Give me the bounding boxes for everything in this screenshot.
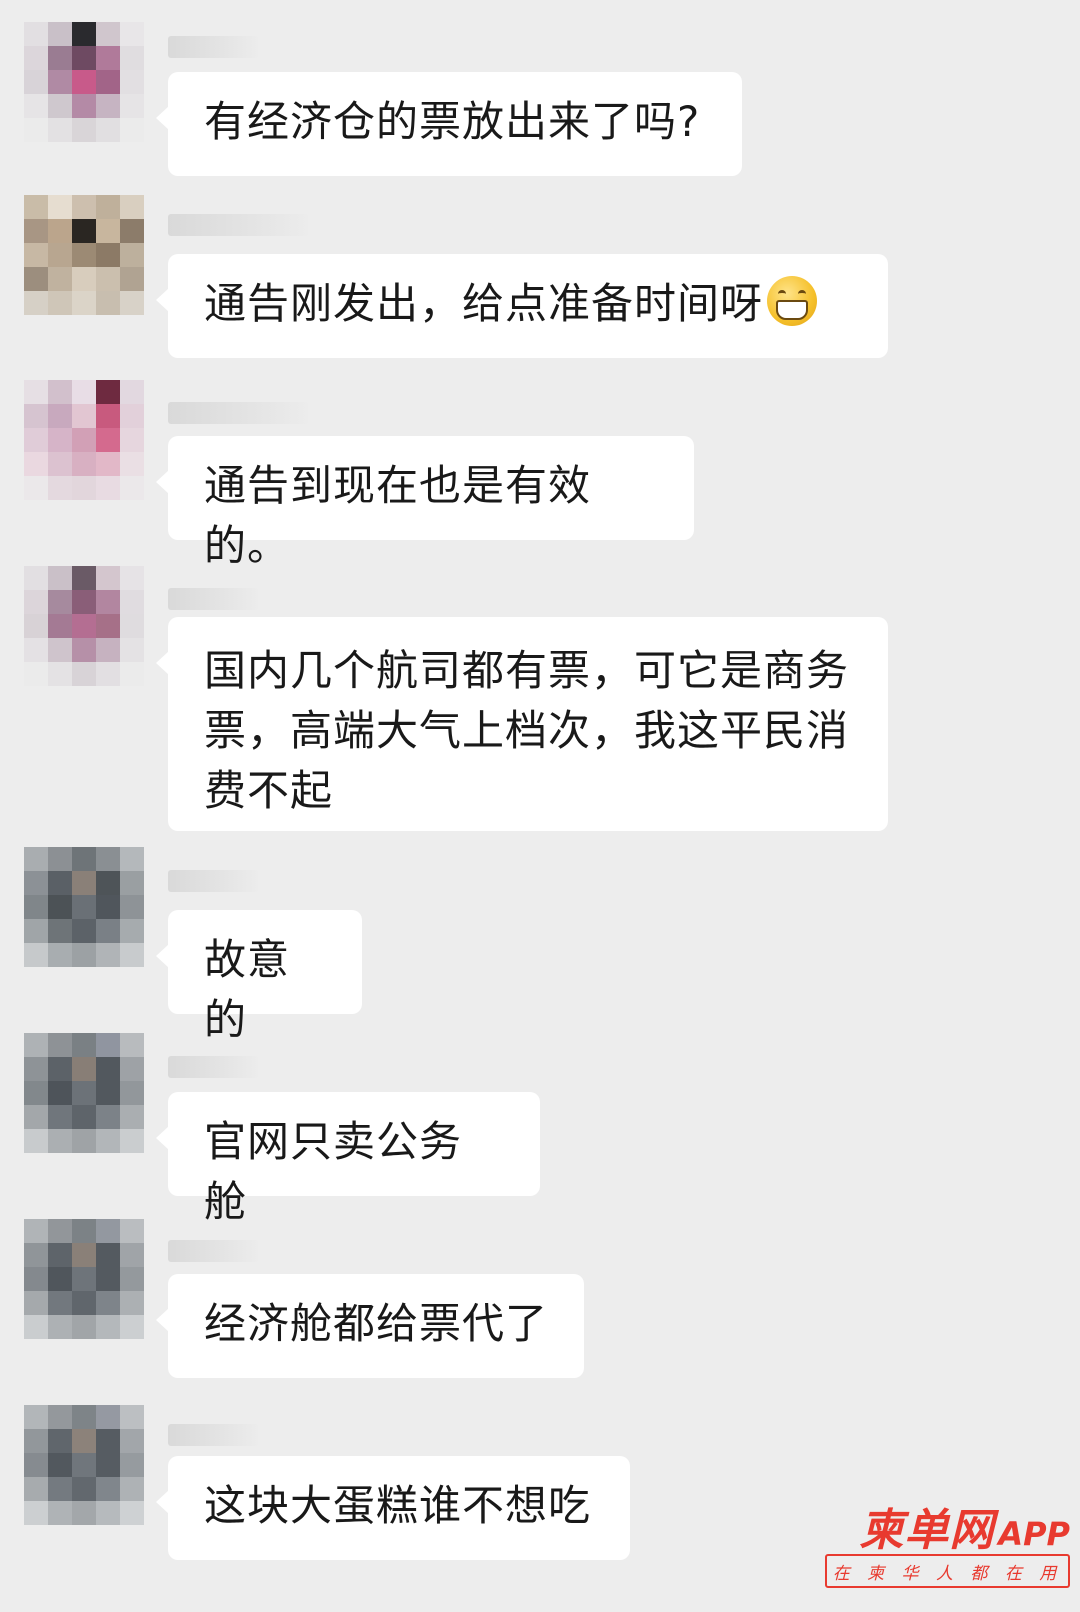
message-bubble[interactable]: 故意的: [156, 910, 362, 1044]
watermark-slogan-char: 都: [970, 1563, 994, 1584]
watermark-slogan-char: 在: [832, 1563, 856, 1584]
message-bubble[interactable]: 经济舱都给票代了: [156, 1274, 584, 1378]
sender-name-redacted: [168, 36, 258, 58]
message-text: 这块大蛋糕谁不想吃: [204, 1481, 592, 1530]
watermark-brand-name: 柬单网: [859, 1505, 995, 1556]
sender-name-redacted: [168, 402, 308, 424]
message-bubble[interactable]: 通告到现在也是有效的。: [156, 436, 694, 570]
message-text: 通告到现在也是有效的。: [204, 461, 592, 570]
message-text: 官网只卖公务舱: [204, 1117, 463, 1226]
sender-name-redacted: [168, 870, 258, 892]
message-text: 通告刚发出，给点准备时间呀: [204, 279, 764, 328]
watermark-app-label: APP: [998, 1515, 1070, 1553]
avatar[interactable]: [24, 566, 144, 686]
watermark-slogan-char: 华: [901, 1563, 925, 1584]
avatar[interactable]: [24, 195, 144, 315]
watermark-slogan-char: 在: [1004, 1563, 1028, 1584]
sender-name-redacted: [168, 214, 308, 236]
avatar[interactable]: [24, 1219, 144, 1339]
message-bubble[interactable]: 国内几个航司都有票，可它是商务票，高端大气上档次，我这平民消费不起: [156, 617, 888, 831]
sender-name-redacted: [168, 1240, 258, 1262]
avatar[interactable]: [24, 847, 144, 967]
avatar[interactable]: [24, 1405, 144, 1525]
message-bubble[interactable]: 有经济仓的票放出来了吗?: [156, 72, 742, 176]
watermark-slogan-char: 人: [935, 1563, 959, 1584]
sender-name-redacted: [168, 588, 258, 610]
avatar[interactable]: [24, 22, 144, 142]
message-text: 故意的: [204, 935, 291, 1044]
watermark-logo: 柬单网 APP 在柬华人都在用: [820, 1494, 1070, 1604]
avatar[interactable]: [24, 380, 144, 500]
sender-name-redacted: [168, 1424, 258, 1446]
sender-name-redacted: [168, 1056, 258, 1078]
message-text: 国内几个航司都有票，可它是商务票，高端大气上档次，我这平民消费不起: [204, 646, 850, 815]
avatar[interactable]: [24, 1033, 144, 1153]
watermark-slogan: 在柬华人都在用: [825, 1554, 1070, 1588]
watermark-slogan-char: 用: [1039, 1563, 1063, 1584]
message-text: 有经济仓的票放出来了吗?: [204, 97, 701, 146]
message-bubble[interactable]: 官网只卖公务舱: [156, 1092, 540, 1226]
grinning-face-emoji: [767, 276, 818, 326]
watermark-brand: 柬单网 APP: [859, 1494, 1070, 1558]
message-bubble[interactable]: 通告刚发出，给点准备时间呀: [156, 254, 888, 358]
message-bubble[interactable]: 这块大蛋糕谁不想吃: [156, 1456, 630, 1560]
watermark-slogan-char: 柬: [867, 1563, 891, 1584]
message-text: 经济舱都给票代了: [204, 1299, 549, 1348]
